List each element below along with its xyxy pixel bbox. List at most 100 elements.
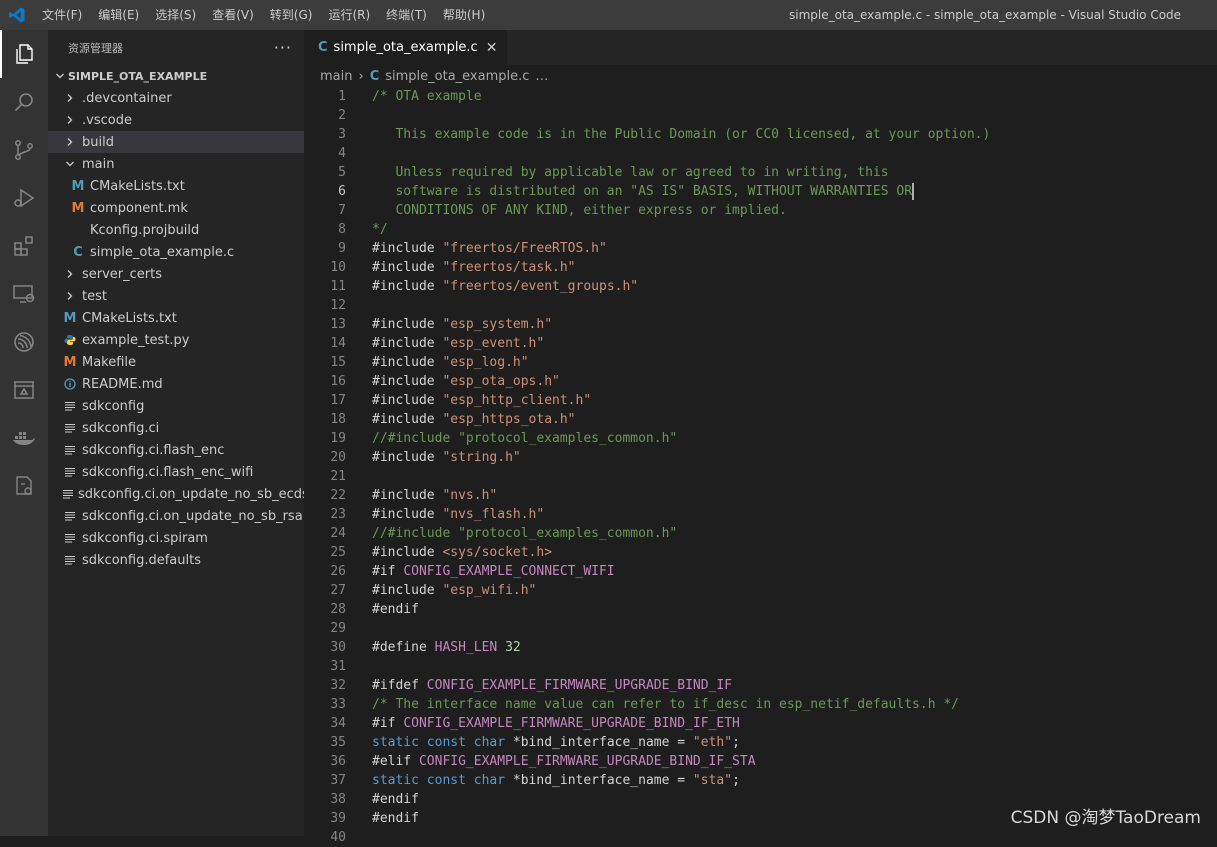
line-number: 33	[330, 697, 346, 712]
menu-item[interactable]: 查看(V)	[204, 0, 262, 30]
espressif-icon[interactable]	[0, 318, 48, 366]
tree-file[interactable]: README.md	[48, 373, 304, 395]
tree-file[interactable]: sdkconfig	[48, 395, 304, 417]
code-token: "esp_http_client.h"	[442, 393, 592, 408]
code-token: "esp_https_ota.h"	[442, 412, 576, 427]
source-control-icon[interactable]	[0, 126, 48, 174]
line-number: 1	[338, 89, 346, 104]
line-number: 27	[330, 583, 346, 598]
menu-item[interactable]: 选择(S)	[147, 0, 204, 30]
tree-file[interactable]: sdkconfig.ci.flash_enc	[48, 439, 304, 461]
tree-item-label: sdkconfig	[82, 398, 145, 414]
tree-file[interactable]: Csimple_ota_example.c	[48, 241, 304, 263]
workspace-section-header[interactable]: SIMPLE_OTA_EXAMPLE	[48, 65, 304, 87]
tree-item-label: main	[82, 156, 115, 172]
tree-file[interactable]: sdkconfig.ci.on_update_no_sb_ecdsa	[48, 483, 317, 505]
tree-folder[interactable]: main	[48, 153, 304, 175]
line-number: 8	[338, 222, 346, 237]
plain-file-icon	[70, 222, 86, 238]
code-text: #endif	[372, 600, 419, 619]
tree-item-label: CMakeLists.txt	[90, 178, 185, 194]
tree-file[interactable]: Mcomponent.mk	[48, 197, 304, 219]
code-line: 18 #include "esp_https_ota.h"	[304, 410, 1217, 429]
tree-folder[interactable]: test	[48, 285, 304, 307]
run-debug-icon[interactable]	[0, 174, 48, 222]
code-line: 33 /* The interface name value can refer …	[304, 695, 1217, 714]
code-text: #include "esp_http_client.h"	[372, 391, 591, 410]
menu-bar: 文件(F) 编辑(E) 选择(S) 查看(V) 转到(G) 运行(R) 终端(T) 帮助(H)	[34, 0, 493, 30]
tree-folder[interactable]: .devcontainer	[48, 87, 304, 109]
line-number: 34	[330, 716, 346, 731]
tree-folder[interactable]: build	[48, 131, 304, 153]
code-editor[interactable]: 1/* OTA example 2 3 This example code is i…	[304, 87, 1217, 847]
code-token: static	[372, 735, 419, 750]
menu-item[interactable]: 文件(F)	[34, 0, 90, 30]
settings-file-icon	[62, 508, 78, 524]
tab-simple-ota-example-c[interactable]: C simple_ota_example.c ✕	[304, 30, 508, 65]
files-icon[interactable]	[0, 30, 48, 78]
line-number: 30	[330, 640, 346, 655]
tree-item-label: server_certs	[82, 266, 163, 282]
panel-icon[interactable]	[0, 366, 48, 414]
code-token: CONFIG_EXAMPLE_CONNECT_WIFI	[403, 564, 615, 579]
more-actions-icon[interactable]: ···	[274, 38, 292, 57]
code-token: #include	[372, 279, 443, 294]
tree-file[interactable]: sdkconfig.ci	[48, 417, 304, 439]
code-token: "esp_log.h"	[442, 355, 529, 370]
tree-folder[interactable]: server_certs	[48, 263, 304, 285]
text-cursor	[912, 183, 915, 200]
cmake-file-icon: M	[71, 178, 85, 194]
extensions-icon[interactable]	[0, 222, 48, 270]
code-text: CONDITIONS OF ANY KIND, either express o…	[372, 201, 786, 220]
tree-folder[interactable]: .vscode	[48, 109, 304, 131]
code-token: This example code is in the Public Domai…	[372, 127, 991, 142]
explorer-header: 资源管理器 ···	[48, 30, 304, 65]
menu-item[interactable]: 帮助(H)	[435, 0, 493, 30]
tree-item-label: sdkconfig.ci.flash_enc_wifi	[82, 464, 254, 480]
tree-item-label: CMakeLists.txt	[82, 310, 177, 326]
menu-item[interactable]: 编辑(E)	[90, 0, 147, 30]
menu-item[interactable]: 终端(T)	[378, 0, 435, 30]
line-number: 23	[330, 507, 346, 522]
breadcrumb-file[interactable]: simple_ota_example.c	[385, 69, 529, 84]
code-text: #define HASH_LEN 32	[372, 638, 521, 657]
line-number: 39	[330, 811, 346, 826]
docker-icon[interactable]	[0, 414, 48, 462]
menu-item[interactable]: 转到(G)	[262, 0, 321, 30]
close-icon[interactable]: ✕	[486, 40, 498, 56]
tree-file[interactable]: example_test.py	[48, 329, 304, 351]
code-line: 5 Unless required by applicable law or a…	[304, 163, 1217, 182]
code-token: static	[372, 773, 419, 788]
code-token: "freertos/task.h"	[442, 260, 576, 275]
code-token: #include	[372, 241, 443, 256]
breadcrumb-symbols[interactable]: …	[535, 69, 548, 84]
file-tree: .devcontainer .vscode build main M CMakeLists…	[48, 87, 317, 571]
code-line: 30 #define HASH_LEN 32	[304, 638, 1217, 657]
search-icon[interactable]	[0, 78, 48, 126]
code-line: 40	[304, 828, 1217, 847]
menu-item[interactable]: 运行(R)	[320, 0, 378, 30]
tree-file[interactable]: Kconfig.projbuild	[48, 219, 304, 241]
breadcrumb-folder[interactable]: main	[320, 69, 352, 84]
code-token: ;	[732, 773, 740, 788]
code-token: #include	[372, 450, 443, 465]
code-line: 8 */	[304, 220, 1217, 239]
tree-file[interactable]: M Makefile	[48, 351, 304, 373]
tree-file[interactable]: sdkconfig.ci.flash_enc_wifi	[48, 461, 304, 483]
cmake-icon[interactable]	[0, 462, 48, 510]
remote-explorer-icon[interactable]	[0, 270, 48, 318]
tree-file[interactable]: sdkconfig.ci.spiram	[48, 527, 304, 549]
tree-file[interactable]: sdkconfig.ci.on_update_no_sb_rsa	[48, 505, 304, 527]
chevron-right-icon	[62, 266, 78, 282]
explorer-sidebar: 资源管理器 ··· SIMPLE_OTA_EXAMPLE .devcontain…	[48, 30, 317, 836]
tree-item-label: sdkconfig.ci.on_update_no_sb_rsa	[82, 508, 303, 524]
line-number: 15	[330, 355, 346, 370]
tree-file[interactable]: sdkconfig.defaults	[48, 549, 304, 571]
chevron-down-icon	[62, 156, 78, 172]
tree-file[interactable]: M CMakeLists.txt	[48, 175, 304, 197]
code-line: 20 #include "string.h"	[304, 448, 1217, 467]
tree-file[interactable]: M CMakeLists.txt	[48, 307, 304, 329]
